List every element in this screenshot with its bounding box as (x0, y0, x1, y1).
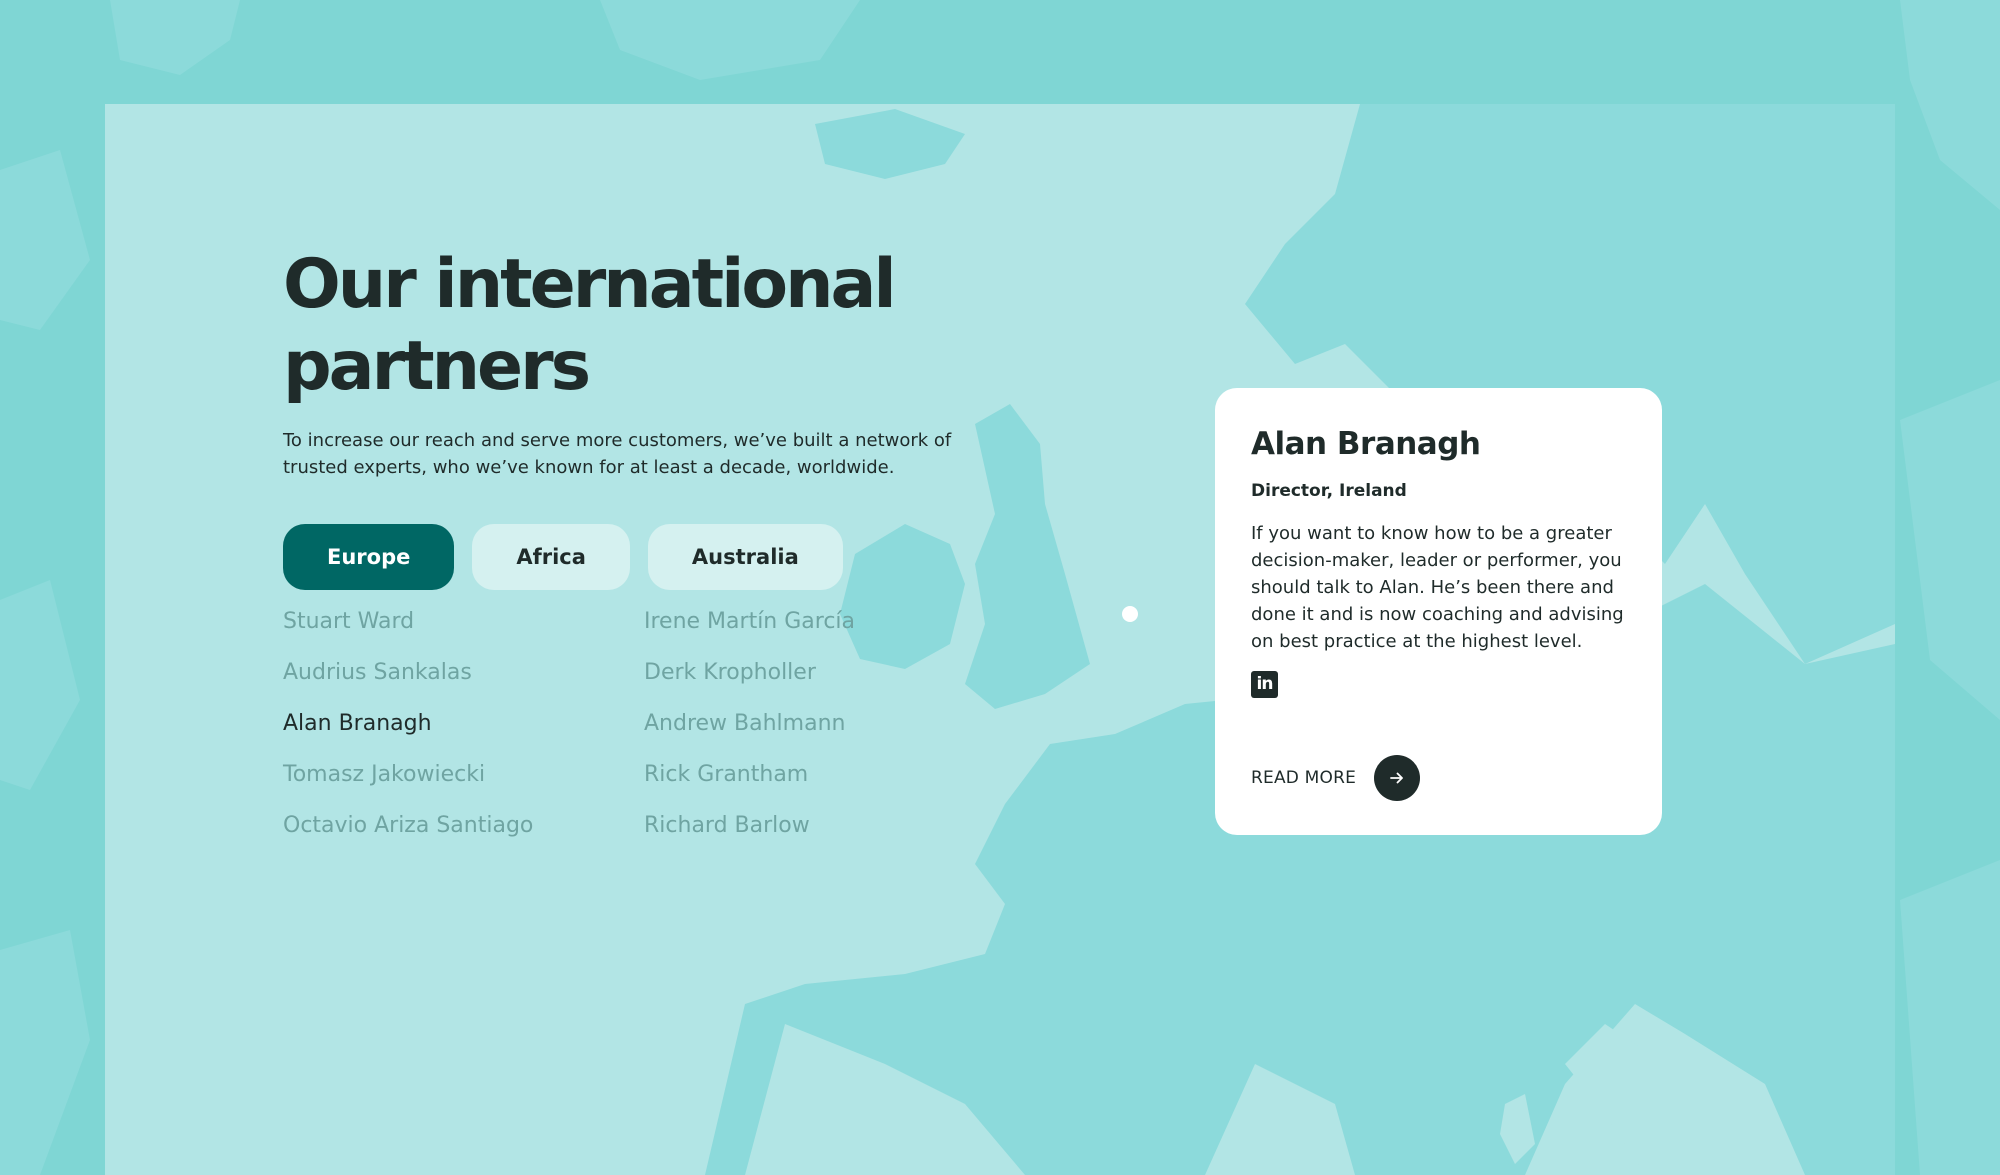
card-name: Alan Branagh (1251, 426, 1481, 462)
page-title: Our international partners (283, 245, 897, 406)
partner-name[interactable]: Andrew Bahlmann (644, 709, 923, 739)
arrow-right-icon[interactable] (1374, 755, 1421, 801)
partner-list: Stuart Ward Irene Martín García Audrius … (283, 607, 923, 841)
card-role: Director, Ireland (1251, 481, 1407, 501)
tab-australia[interactable]: Australia (647, 524, 843, 590)
partner-name[interactable]: Tomasz Jakowiecki (283, 760, 644, 790)
partner-name[interactable]: Irene Martín García (644, 607, 923, 637)
partner-name[interactable]: Audrius Sankalas (283, 658, 644, 688)
card-bio: If you want to know how to be a greater … (1251, 523, 1624, 652)
read-more-link[interactable]: READ MORE (1251, 755, 1421, 801)
region-tabs: Europe Africa Australia (283, 524, 843, 590)
partner-name-selected[interactable]: Alan Branagh (283, 709, 644, 739)
partner-name[interactable]: Stuart Ward (283, 607, 644, 637)
partner-card: Alan Branagh Director, Ireland If you wa… (1215, 388, 1662, 835)
location-marker[interactable] (1122, 606, 1138, 622)
partner-name[interactable]: Rick Grantham (644, 760, 923, 790)
tab-africa[interactable]: Africa (472, 524, 630, 590)
section-description: To increase our reach and serve more cus… (283, 430, 952, 478)
partner-name[interactable]: Octavio Ariza Santiago (283, 811, 644, 841)
linkedin-icon[interactable]: in (1251, 671, 1278, 698)
partner-name[interactable]: Derk Kropholler (644, 658, 923, 688)
partner-name[interactable]: Richard Barlow (644, 811, 923, 841)
tab-europe[interactable]: Europe (283, 524, 455, 590)
partners-panel: Our international partners To increase o… (105, 104, 1895, 1175)
read-more-label: READ MORE (1251, 768, 1357, 788)
